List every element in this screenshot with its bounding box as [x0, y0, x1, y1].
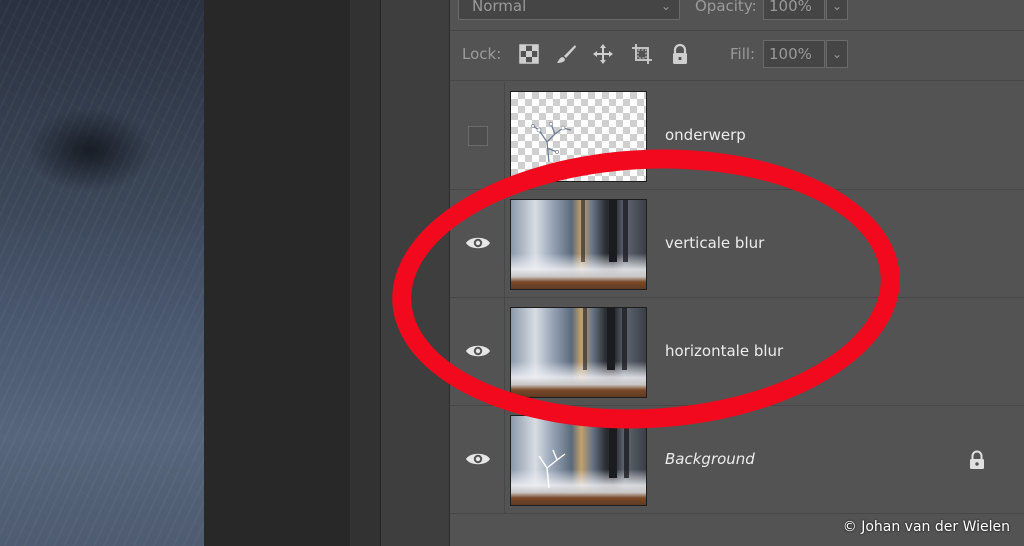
lock-image-pixels-icon[interactable] [555, 43, 577, 65]
opacity-input[interactable]: 100% [763, 0, 825, 20]
visibility-toggle[interactable] [468, 126, 488, 146]
opacity-label: Opacity: [695, 0, 757, 15]
canvas-photo [0, 0, 204, 546]
opacity-dropdown-button[interactable]: ⌄ [826, 0, 848, 20]
lock-label: Lock: [462, 45, 502, 63]
plant-subject-icon [538, 449, 566, 489]
divider [450, 30, 1024, 31]
copyright-text: © Johan van der Wielen [842, 519, 1010, 535]
blend-row: Normal ⌄ Opacity: 100% ⌄ [450, 0, 1024, 30]
panel-gap [350, 0, 380, 546]
fill-label: Fill: [730, 45, 756, 63]
divider [450, 80, 1024, 81]
lock-all-icon[interactable] [669, 43, 691, 65]
lock-icon [970, 450, 984, 469]
layer-thumbnail [510, 415, 647, 506]
layer-name[interactable]: onderwerp [665, 126, 746, 144]
blend-mode-select[interactable]: Normal ⌄ [458, 0, 680, 20]
fill-input[interactable]: 100% [763, 40, 825, 68]
chevron-down-icon: ⌄ [660, 0, 671, 13]
layer-name[interactable]: Background [665, 450, 755, 468]
fill-dropdown-button[interactable]: ⌄ [826, 40, 848, 68]
lock-position-icon[interactable] [592, 43, 614, 65]
visibility-column [450, 406, 505, 513]
blend-mode-value: Normal [472, 0, 527, 15]
visibility-column [450, 82, 505, 189]
layer-row-background[interactable]: Background [450, 406, 1024, 514]
pasteboard [204, 0, 350, 546]
eye-icon[interactable] [465, 450, 491, 468]
prevent-auto-nesting-icon[interactable] [631, 43, 653, 65]
lock-transparent-pixels-icon[interactable] [518, 43, 540, 65]
